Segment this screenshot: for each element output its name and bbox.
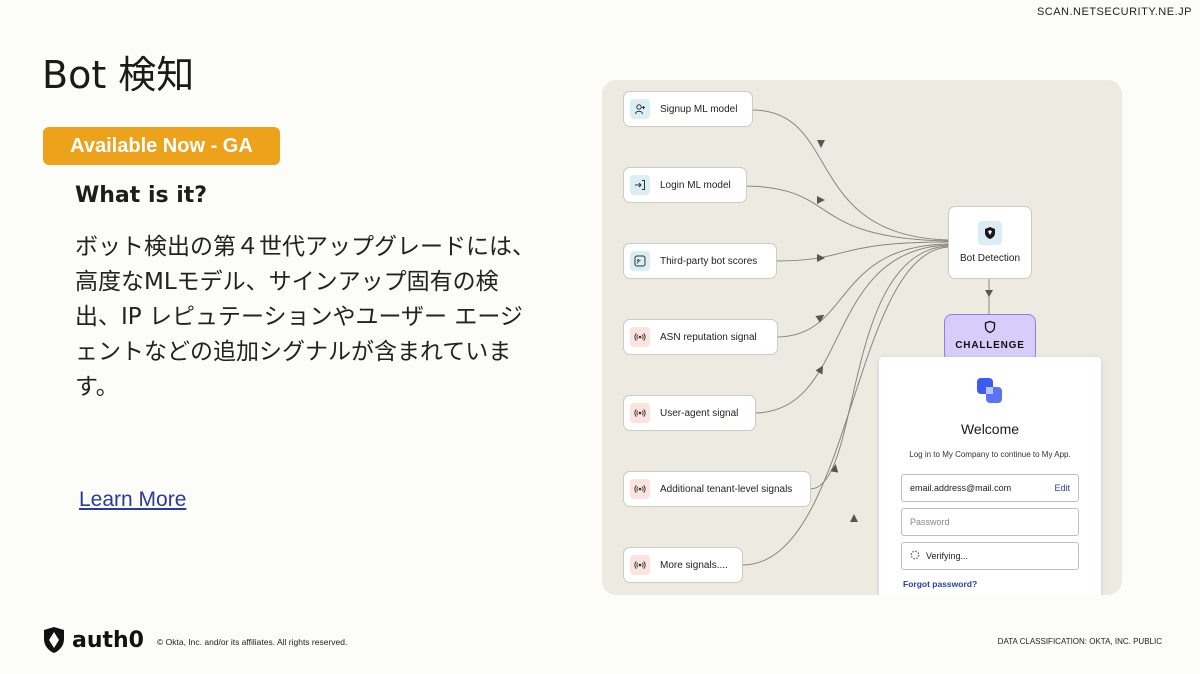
learn-more-link[interactable]: Learn More bbox=[79, 488, 186, 512]
data-classification: DATA CLASSIFICATION: OKTA, INC. PUBLIC bbox=[997, 637, 1162, 646]
password-field[interactable]: Password bbox=[901, 508, 1079, 536]
login-card: Welcome Log in to My Company to continue… bbox=[879, 357, 1101, 595]
auth0-shield-icon bbox=[44, 627, 64, 653]
signal-more: More signals.... bbox=[623, 547, 743, 583]
add-user-icon bbox=[630, 99, 650, 119]
signal-third-party: Third-party bot scores bbox=[623, 243, 777, 279]
signal-label: Login ML model bbox=[660, 179, 731, 191]
verifying-captcha: Verifying... bbox=[901, 542, 1079, 570]
availability-badge: Available Now - GA bbox=[43, 127, 280, 165]
app-logo-icon bbox=[977, 378, 1002, 403]
brand-name: auth0 bbox=[72, 627, 144, 653]
signal-asn: ASN reputation signal bbox=[623, 319, 778, 355]
welcome-heading: Welcome bbox=[960, 421, 1020, 437]
edit-link[interactable]: Edit bbox=[1054, 483, 1070, 493]
broadcast-icon bbox=[630, 403, 650, 423]
signal-tenant-level: Additional tenant-level signals bbox=[623, 471, 811, 507]
signal-label: ASN reputation signal bbox=[660, 331, 757, 343]
password-placeholder: Password bbox=[910, 517, 950, 527]
signal-label: Third-party bot scores bbox=[660, 255, 758, 267]
signal-label: User-agent signal bbox=[660, 407, 739, 419]
bot-detection-label: Bot Detection bbox=[959, 253, 1021, 264]
copyright-text: © Okta, Inc. and/or its affiliates. All … bbox=[157, 637, 348, 647]
third-party-icon bbox=[630, 251, 650, 271]
broadcast-icon bbox=[630, 327, 650, 347]
email-value: email.address@mail.com bbox=[910, 483, 1012, 493]
spinner-icon bbox=[910, 550, 920, 562]
bot-detection-diagram: Signup ML model Login ML model Third-par… bbox=[602, 80, 1122, 595]
forgot-password-link[interactable]: Forgot password? bbox=[903, 579, 977, 589]
shield-outline-icon bbox=[983, 320, 997, 337]
signal-label: Signup ML model bbox=[660, 103, 738, 115]
bot-detection-node: Bot Detection bbox=[948, 206, 1032, 279]
verifying-text: Verifying... bbox=[926, 551, 969, 561]
challenge-node: CHALLENGE bbox=[944, 314, 1036, 362]
subheading: What is it? bbox=[75, 183, 208, 208]
slide-title: Bot 検知 bbox=[42, 53, 195, 97]
signal-user-agent: User-agent signal bbox=[623, 395, 756, 431]
email-field[interactable]: email.address@mail.com Edit bbox=[901, 474, 1079, 502]
shield-icon bbox=[978, 221, 1002, 245]
broadcast-icon bbox=[630, 555, 650, 575]
login-subtitle: Log in to My Company to continue to My A… bbox=[909, 450, 1071, 459]
signal-signup-ml: Signup ML model bbox=[623, 91, 753, 127]
description-text: ボット検出の第４世代アップグレードには、高度なMLモデル、サインアップ固有の検出… bbox=[75, 234, 535, 400]
watermark: SCAN.NETSECURITY.NE.JP bbox=[1036, 6, 1192, 18]
signal-label: Additional tenant-level signals bbox=[660, 483, 793, 495]
broadcast-icon bbox=[630, 479, 650, 499]
auth0-logo: auth0 bbox=[42, 626, 144, 654]
signal-label: More signals.... bbox=[660, 559, 728, 571]
signal-login-ml: Login ML model bbox=[623, 167, 747, 203]
challenge-label: CHALLENGE bbox=[955, 340, 1025, 351]
login-icon bbox=[630, 175, 650, 195]
